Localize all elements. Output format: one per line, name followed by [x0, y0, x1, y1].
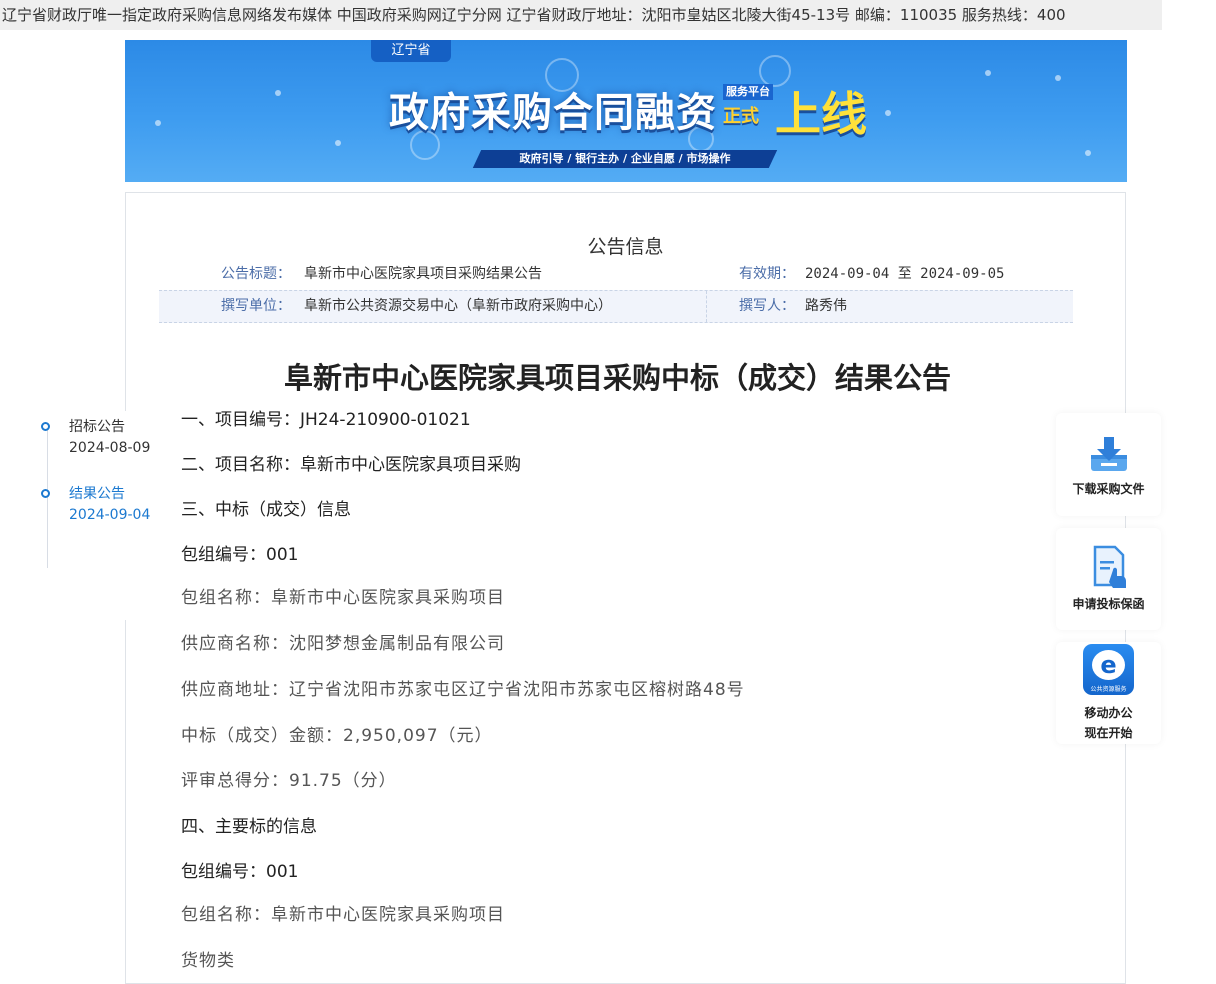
award-amount: 中标（成交）金额：2,950,097（元）: [181, 726, 493, 746]
mobile-office-line2: 现在开始: [1084, 726, 1133, 740]
timeline-item-result-date[interactable]: 2024-09-04: [69, 507, 150, 523]
banner-dot: [275, 90, 281, 96]
banner-title: 政府采购合同融资: [389, 90, 717, 136]
right-gutter: [1162, 0, 1216, 973]
download-docs-label: 下载采购文件: [1072, 482, 1145, 496]
banner-dot: [1085, 150, 1091, 156]
bid-guarantee-widget[interactable]: 申请投标保函: [1056, 528, 1161, 630]
banner-dot: [885, 110, 891, 116]
banner-platform-main: 正式: [723, 106, 759, 127]
title-label: 公告标题：: [221, 266, 291, 282]
writer-label: 撰写人：: [739, 298, 795, 314]
supplier-address: 供应商地址：辽宁省沈阳市苏家屯区辽宁省沈阳市苏家屯区榕树路48号: [181, 680, 745, 700]
project-number: 一、项目编号：JH24-210900-01021: [181, 410, 471, 430]
goods-category: 货物类: [181, 951, 235, 971]
timeline-item-tender-date[interactable]: 2024-08-09: [69, 440, 150, 456]
timeline-node-active: [41, 489, 50, 498]
banner-dot: [155, 120, 161, 126]
mobile-app-logo: e 公共资源服务: [1083, 644, 1134, 695]
meta-separator: [706, 291, 707, 322]
download-docs-widget[interactable]: 下载采购文件: [1056, 413, 1161, 516]
meta-row: 公告标题： 阜新市中心医院家具项目采购结果公告 有效期： 2024-09-04 …: [159, 259, 1073, 290]
banner-platform-small: 服务平台: [723, 84, 773, 100]
bid-guarantee-label: 申请投标保函: [1072, 597, 1145, 611]
package-number: 包组编号：001: [181, 545, 299, 565]
top-info-text: 辽宁省财政厅唯一指定政府采购信息网络发布媒体 中国政府采购网辽宁分网 辽宁省财政…: [2, 6, 1066, 24]
notice-meta-table: 公告标题： 阜新市中心医院家具项目采购结果公告 有效期： 2024-09-04 …: [159, 259, 1073, 323]
content-card: 公告信息 公告标题： 阜新市中心医院家具项目采购结果公告 有效期： 2024-0…: [125, 192, 1126, 984]
banner-dot: [985, 70, 991, 76]
mobile-office-line1: 移动办公: [1084, 706, 1133, 720]
project-name: 二、项目名称：阜新市中心医院家具项目采购: [181, 455, 521, 475]
main-subject-heading: 四、主要标的信息: [181, 817, 317, 837]
package-name: 包组名称：阜新市中心医院家具采购项目: [181, 588, 505, 608]
banner-region-tab: 辽宁省: [371, 40, 451, 62]
download-tray-icon: [1090, 437, 1127, 471]
unit-label: 撰写单位：: [221, 298, 291, 314]
timeline-item-tender-title[interactable]: 招标公告: [69, 416, 125, 436]
document-hand-icon: [1093, 545, 1126, 588]
title-value: 阜新市中心医院家具项目采购结果公告: [304, 266, 542, 282]
award-info-heading: 三、中标（成交）信息: [181, 500, 351, 520]
validity-label: 有效期：: [739, 266, 795, 282]
timeline-node: [41, 422, 50, 431]
writer-value: 路秀伟: [805, 298, 847, 314]
supplier-name: 供应商名称：沈阳梦想金属制品有限公司: [181, 634, 505, 654]
unit-value: 阜新市公共资源交易中心（阜新市政府采购中心）: [304, 298, 612, 314]
notice-timeline: 招标公告 2024-08-09 结果公告 2024-09-04: [32, 411, 158, 620]
notice-heading: 公告信息: [587, 236, 664, 258]
app-caption: 公共资源服务: [1090, 686, 1127, 693]
validity-value: 2024-09-04 至 2024-09-05: [805, 266, 1005, 282]
banner-slogan: 政府引导 / 银行主办 / 企业自愿 / 市场操作: [519, 152, 731, 165]
top-info-bar: 辽宁省财政厅唯一指定政府采购信息网络发布媒体 中国政府采购网辽宁分网 辽宁省财政…: [0, 0, 1162, 30]
banner-dot: [335, 140, 341, 146]
app-e-icon: e: [1092, 650, 1125, 680]
article-title: 阜新市中心医院家具项目采购中标（成交）结果公告: [283, 361, 951, 395]
timeline-item-result-title[interactable]: 结果公告: [69, 483, 125, 503]
package-number-2: 包组编号：001: [181, 862, 299, 882]
package-name-2: 包组名称：阜新市中心医院家具采购项目: [181, 905, 505, 925]
banner-online: 上线: [775, 87, 867, 141]
review-score: 评审总得分：91.75（分）: [181, 771, 397, 791]
promo-banner[interactable]: 辽宁省 政府采购合同融资 服务平台 正式 上线 政府引导 / 银行主办 / 企业…: [125, 40, 1127, 182]
meta-row: 撰写单位： 阜新市公共资源交易中心（阜新市政府采购中心） 撰写人： 路秀伟: [159, 290, 1073, 323]
mobile-office-widget[interactable]: e 公共资源服务 移动办公 现在开始: [1056, 642, 1161, 744]
banner-dot: [1055, 75, 1061, 81]
